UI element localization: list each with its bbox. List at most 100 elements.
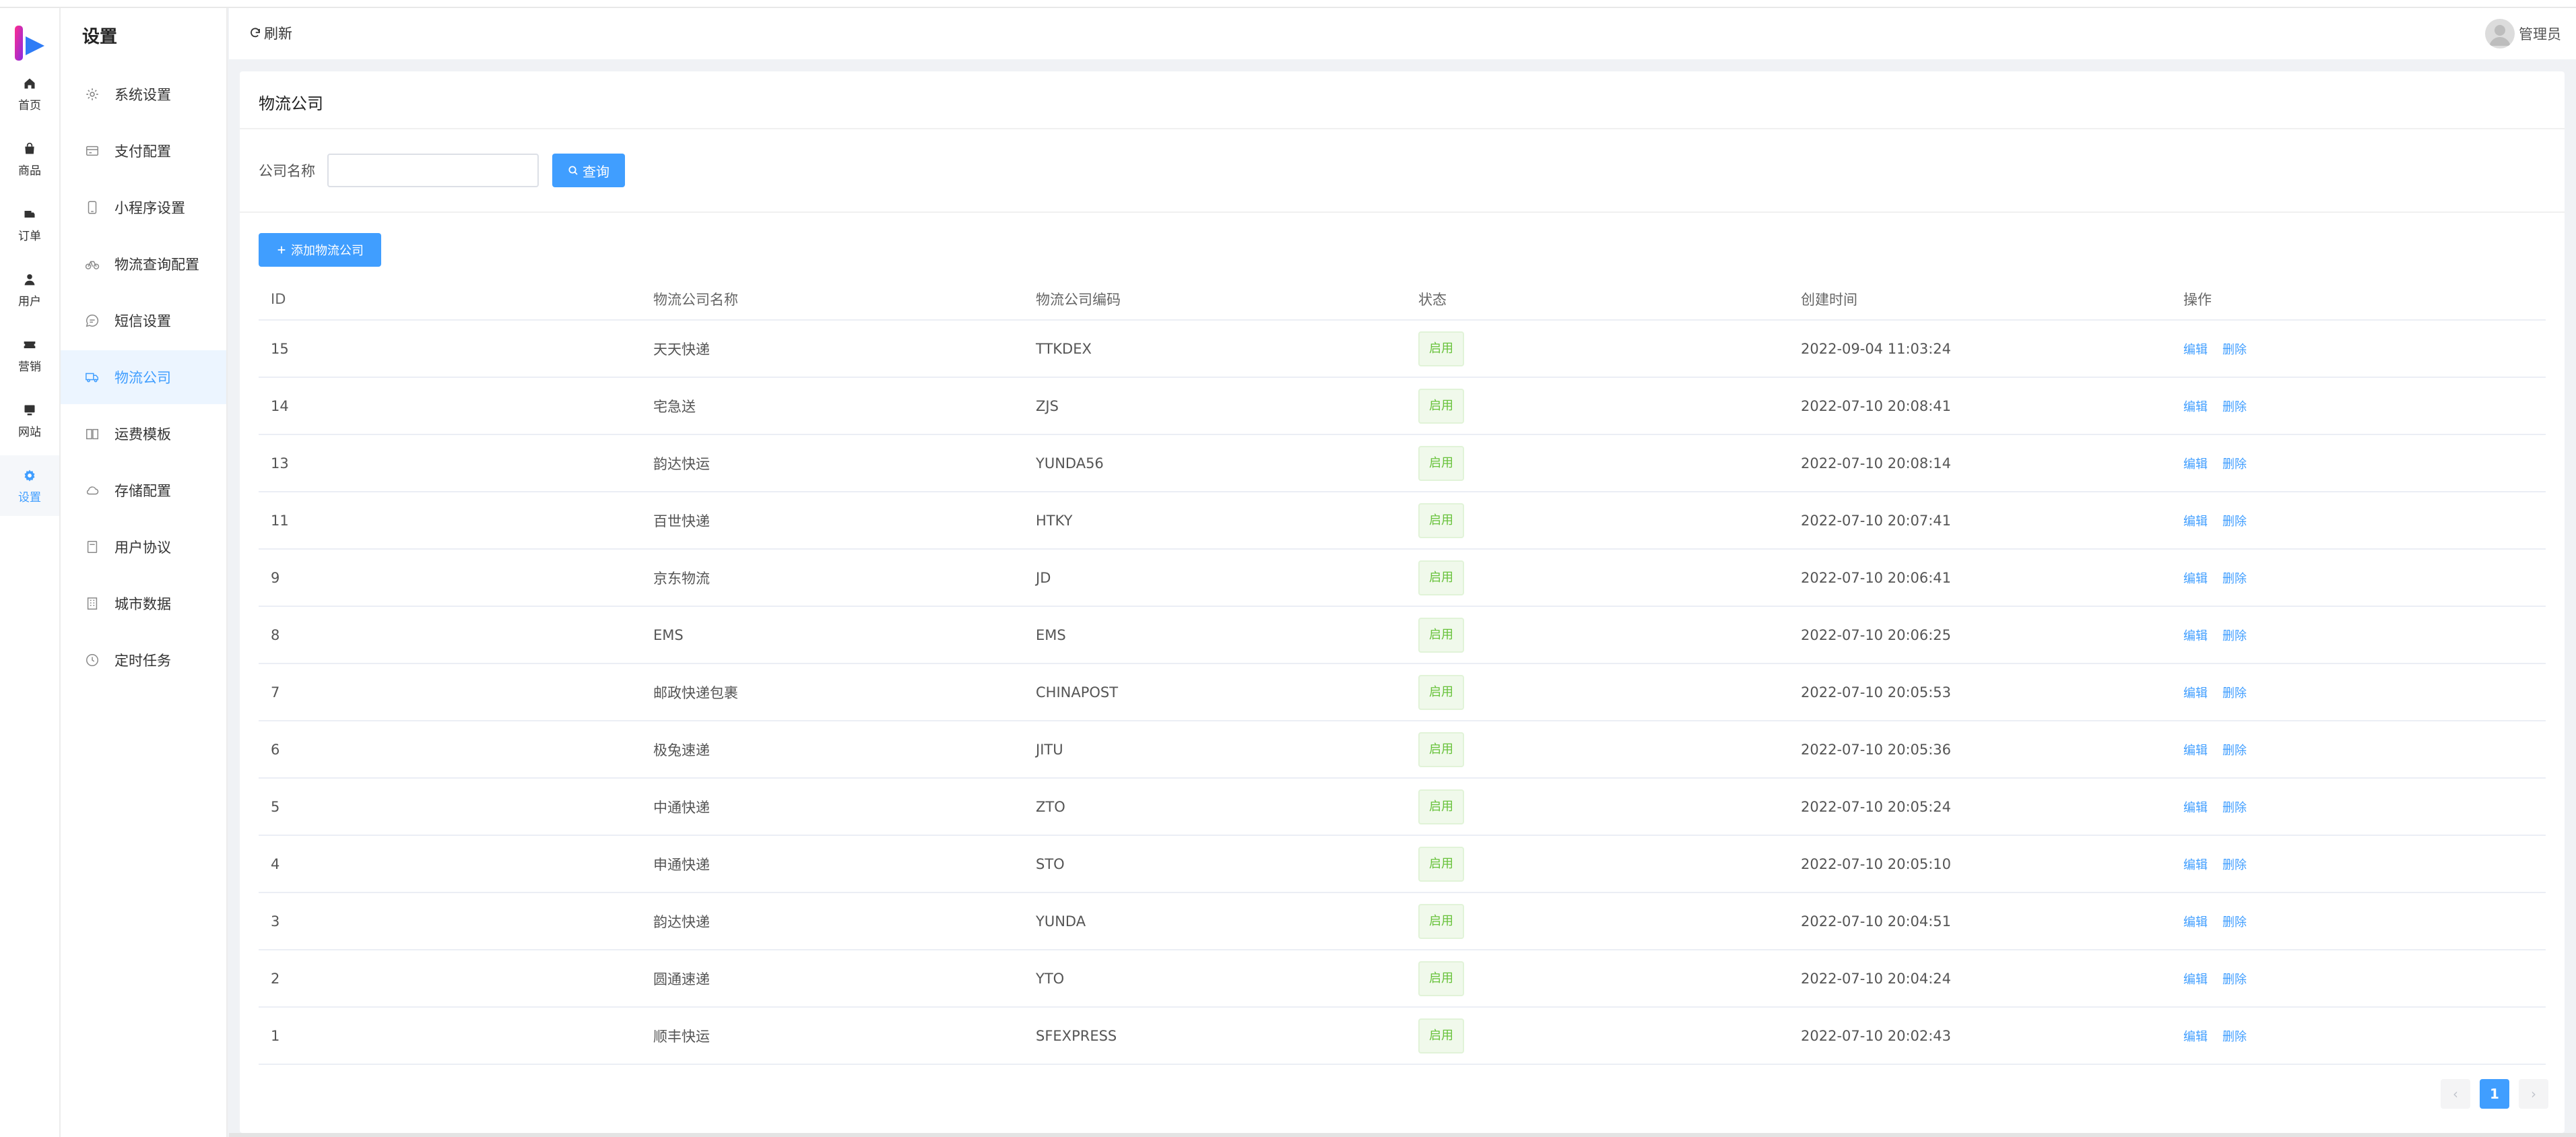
status-badge: 启用 xyxy=(1418,732,1464,767)
sidebar-item-6[interactable]: 运费模板 xyxy=(61,407,226,461)
rail-item-1[interactable]: 商品 xyxy=(0,129,59,189)
user-menu[interactable]: 管理员 xyxy=(2485,19,2561,48)
sidebar-item-label: 城市数据 xyxy=(114,596,171,612)
edit-link[interactable]: 编辑 xyxy=(2183,801,2208,815)
cell-actions: 编辑 删除 xyxy=(2171,913,2546,930)
status-badge: 启用 xyxy=(1418,331,1464,366)
sidebar-item-1[interactable]: 支付配置 xyxy=(61,124,226,178)
cell-name: 中通快递 xyxy=(653,799,710,816)
rail-item-label: 用户 xyxy=(18,294,41,308)
add-button-label: 添加物流公司 xyxy=(291,244,364,258)
delete-link[interactable]: 删除 xyxy=(2222,744,2247,758)
cell-code: JD xyxy=(1036,569,1051,586)
delete-link[interactable]: 删除 xyxy=(2222,572,2247,586)
refresh-button[interactable]: 刷新 xyxy=(249,23,292,43)
cell-created: 2022-07-10 20:04:51 xyxy=(1801,913,1952,930)
sidebar-item-5[interactable]: 物流公司 xyxy=(61,350,226,404)
sidebar-item-8[interactable]: 用户协议 xyxy=(61,520,226,574)
delete-link[interactable]: 删除 xyxy=(2222,515,2247,529)
rail-item-2[interactable]: 订单 xyxy=(0,194,59,255)
cell-id: 4 xyxy=(271,855,280,872)
sidebar-item-4[interactable]: 短信设置 xyxy=(61,294,226,348)
truck-icon xyxy=(84,368,101,386)
sidebar-item-7[interactable]: 存储配置 xyxy=(61,463,226,517)
cell-status: 启用 xyxy=(1406,674,1789,710)
status-badge: 启用 xyxy=(1418,502,1464,538)
cell-created: 2022-07-10 20:06:41 xyxy=(1801,569,1952,586)
edit-link[interactable]: 编辑 xyxy=(2183,515,2208,529)
cell-code: ZTO xyxy=(1036,798,1065,815)
table-row: 8 EMS EMS 启用 2022-07-10 20:06:25 编辑 删除 xyxy=(259,607,2546,664)
rail-item-6[interactable]: 设置 xyxy=(0,455,59,516)
sidebar-item-label: 定时任务 xyxy=(114,653,171,669)
monitor-icon xyxy=(22,402,38,418)
edit-link[interactable]: 编辑 xyxy=(2183,629,2208,643)
delete-link[interactable]: 删除 xyxy=(2222,915,2247,930)
query-button[interactable]: 查询 xyxy=(552,154,625,187)
delete-link[interactable]: 删除 xyxy=(2222,858,2247,872)
cell-actions: 编辑 删除 xyxy=(2171,798,2546,816)
logistics-company-card: 物流公司 公司名称 查询 添加物流公司 ID 物流公司名称 物流公司编码 状态 … xyxy=(240,71,2565,1133)
delete-link[interactable]: 删除 xyxy=(2222,629,2247,643)
cell-name: 韵达快递 xyxy=(653,913,710,930)
rail-item-5[interactable]: 网站 xyxy=(0,390,59,451)
sidebar-item-3[interactable]: 物流查询配置 xyxy=(61,237,226,291)
building-icon xyxy=(84,595,101,612)
rail-item-label: 设置 xyxy=(18,490,41,505)
cell-status: 启用 xyxy=(1406,1018,1789,1053)
edit-link[interactable]: 编辑 xyxy=(2183,973,2208,987)
edit-link[interactable]: 编辑 xyxy=(2183,572,2208,586)
cell-status: 启用 xyxy=(1406,388,1789,424)
clock-icon xyxy=(84,651,101,669)
cell-status: 启用 xyxy=(1406,732,1789,767)
sidebar-item-9[interactable]: 城市数据 xyxy=(61,577,226,630)
page-number-button[interactable]: 1 xyxy=(2480,1079,2509,1109)
table-row: 4 申通快递 STO 启用 2022-07-10 20:05:10 编辑 删除 xyxy=(259,836,2546,893)
rail-item-4[interactable]: 营销 xyxy=(0,325,59,385)
cell-code: STO xyxy=(1036,855,1065,872)
company-name-input[interactable] xyxy=(327,154,539,187)
table-row: 13 韵达快运 YUNDA56 启用 2022-07-10 20:08:14 编辑 删除 xyxy=(259,435,2546,492)
edit-link[interactable]: 编辑 xyxy=(2183,457,2208,472)
rail-item-label: 营销 xyxy=(18,360,41,374)
add-logistics-company-button[interactable]: 添加物流公司 xyxy=(259,233,381,267)
sidebar-item-2[interactable]: 小程序设置 xyxy=(61,181,226,234)
sidebar-item-10[interactable]: 定时任务 xyxy=(61,633,226,687)
sidebar-item-label: 运费模板 xyxy=(114,426,171,443)
refresh-icon xyxy=(251,28,260,38)
delete-link[interactable]: 删除 xyxy=(2222,973,2247,987)
cell-code: YUNDA xyxy=(1036,913,1086,930)
delete-link[interactable]: 删除 xyxy=(2222,343,2247,357)
edit-link[interactable]: 编辑 xyxy=(2183,915,2208,930)
cell-name: 邮政快递包裹 xyxy=(653,684,738,701)
cell-status: 启用 xyxy=(1406,846,1789,882)
edit-link[interactable]: 编辑 xyxy=(2183,400,2208,414)
search-icon xyxy=(568,166,578,175)
refresh-label: 刷新 xyxy=(264,26,292,42)
edit-link[interactable]: 编辑 xyxy=(2183,343,2208,357)
delete-link[interactable]: 删除 xyxy=(2222,457,2247,472)
cell-code: YTO xyxy=(1036,970,1065,987)
cell-name: 天天快递 xyxy=(653,341,710,358)
cell-status: 启用 xyxy=(1406,502,1789,538)
column-header-name: 物流公司名称 xyxy=(653,292,738,308)
rail-item-3[interactable]: 用户 xyxy=(0,259,59,320)
edit-link[interactable]: 编辑 xyxy=(2183,1030,2208,1044)
prev-page-button[interactable]: ‹ xyxy=(2441,1079,2470,1109)
delete-link[interactable]: 删除 xyxy=(2222,801,2247,815)
delete-link[interactable]: 删除 xyxy=(2222,1030,2247,1044)
status-badge: 启用 xyxy=(1418,903,1464,939)
delete-link[interactable]: 删除 xyxy=(2222,686,2247,701)
rail-item-0[interactable]: 首页 xyxy=(0,63,59,124)
edit-link[interactable]: 编辑 xyxy=(2183,744,2208,758)
edit-link[interactable]: 编辑 xyxy=(2183,858,2208,872)
cell-code: SFEXPRESS xyxy=(1036,1027,1117,1044)
edit-link[interactable]: 编辑 xyxy=(2183,686,2208,701)
delete-link[interactable]: 删除 xyxy=(2222,400,2247,414)
app-logo[interactable] xyxy=(13,24,47,65)
sidebar-item-0[interactable]: 系统设置 xyxy=(61,67,226,121)
cell-name: 顺丰快运 xyxy=(653,1028,710,1045)
sidebar-item-label: 物流公司 xyxy=(114,370,171,386)
next-page-button[interactable]: › xyxy=(2519,1079,2548,1109)
cell-id: 7 xyxy=(271,684,280,701)
